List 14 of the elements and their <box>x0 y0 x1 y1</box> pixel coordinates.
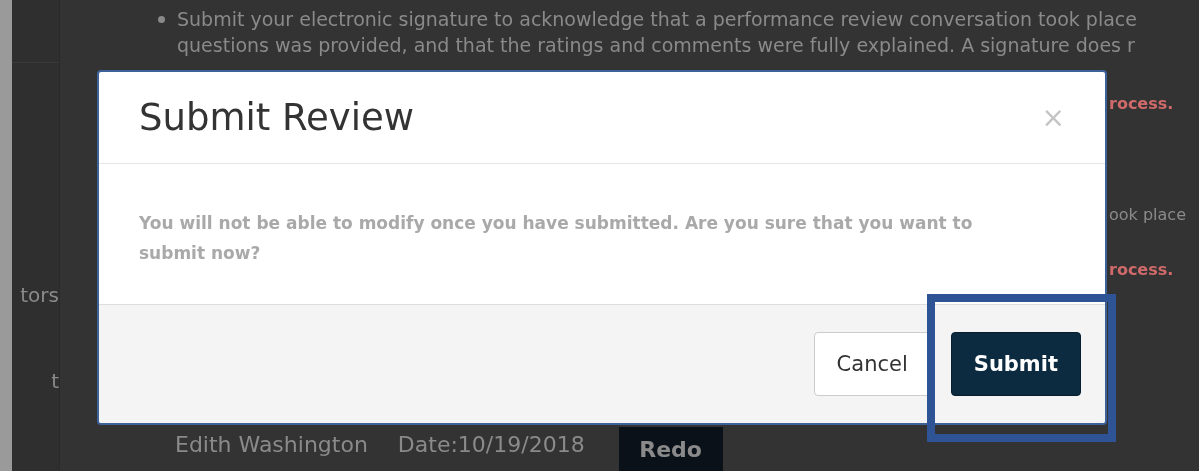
instruction-text: Submit your electronic signature to acknowledge that a performance review conversation took place <box>177 7 1137 32</box>
sidebar-item[interactable]: tors <box>20 283 59 307</box>
submit-button[interactable]: Submit <box>950 332 1081 396</box>
bullet-icon <box>158 16 165 23</box>
redo-button[interactable]: Redo <box>618 427 723 471</box>
instruction-text: questions was provided, and that the ratings and comments were fully explained. A signature does r <box>176 33 1136 58</box>
warning-text: rocess. <box>1109 260 1175 279</box>
sidebar-item[interactable]: t <box>51 369 59 393</box>
dialog-message: You will not be able to modify once you have submitted. Are you sure that you want to submit now? <box>139 212 974 265</box>
signature-date: Date:10/19/2018 <box>397 432 585 459</box>
signer-name: Edith Washington <box>175 432 368 459</box>
warning-text: rocess. <box>1109 94 1175 113</box>
dialog-title: Submit Review <box>139 96 415 139</box>
instruction-text: ook place <box>1109 205 1187 224</box>
